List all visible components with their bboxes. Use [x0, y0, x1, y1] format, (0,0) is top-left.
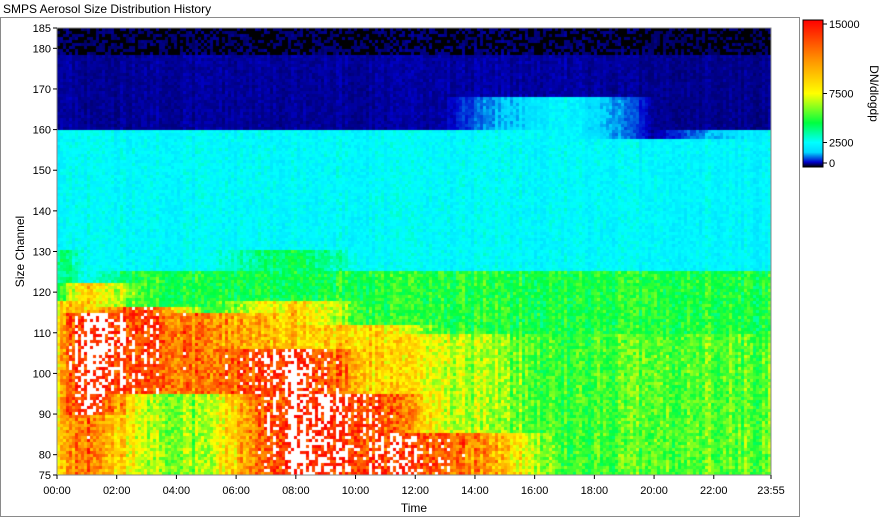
heatmap-cells: [57, 28, 771, 475]
x-tick-label: 04:00: [163, 485, 191, 497]
x-axis-label: Time: [401, 501, 428, 515]
colorbar-tick-label: 7500: [829, 89, 853, 101]
y-tick-label: 130: [33, 247, 51, 259]
colorbar: 15000 7500 2500 0: [802, 19, 860, 170]
x-tick-label: 14:00: [461, 485, 489, 497]
y-tick-label: 185: [33, 23, 51, 35]
y-tick-label: 180: [33, 43, 51, 55]
chart-window: SMPS Aerosol Size Distribution History 0…: [0, 0, 884, 519]
x-tick-label: 22:00: [700, 485, 728, 497]
y-tick-label: 75: [39, 470, 51, 482]
y-tick-label: 90: [39, 409, 51, 421]
y-tick-label: 150: [33, 165, 51, 177]
x-tick-label: 08:00: [282, 485, 310, 497]
y-tick-label: 160: [33, 125, 51, 137]
x-tick-label: 16:00: [521, 485, 549, 497]
x-tick-label: 10:00: [342, 485, 370, 497]
x-tick-label: 06:00: [222, 485, 250, 497]
y-tick-label: 170: [33, 84, 51, 96]
colorbar-tick-label: 15000: [829, 19, 860, 31]
x-tick-label: 02:00: [103, 485, 131, 497]
x-tick-label: 20:00: [640, 485, 668, 497]
y-axis: 75 80 90 100 110 120 130 140 150 160 170 180 185: [33, 23, 57, 482]
x-tick-label: 18:00: [581, 485, 609, 497]
x-tick-label: 12:00: [401, 485, 429, 497]
y-tick-label: 120: [33, 287, 51, 299]
y-tick-label: 110: [33, 328, 51, 340]
plot-area[interactable]: [57, 28, 771, 475]
x-tick-label: 23:55: [757, 485, 785, 497]
colorbar-tick-label: 2500: [829, 138, 853, 150]
colorbar-tick-label: 0: [829, 158, 835, 170]
x-tick-label: 00:00: [43, 485, 71, 497]
heatmap-chart: 00:00 02:00 04:00 06:00 08:00 10:00 12:00 14:00…: [13, 19, 881, 515]
x-axis: 00:00 02:00 04:00 06:00 08:00 10:00 12:00 14:00…: [43, 475, 785, 497]
y-tick-label: 100: [33, 368, 51, 380]
colorbar-label: DN/dlogdp: [867, 65, 881, 122]
y-axis-label: Size Channel: [13, 216, 27, 287]
y-tick-label: 80: [39, 450, 51, 462]
y-tick-label: 140: [33, 206, 51, 218]
